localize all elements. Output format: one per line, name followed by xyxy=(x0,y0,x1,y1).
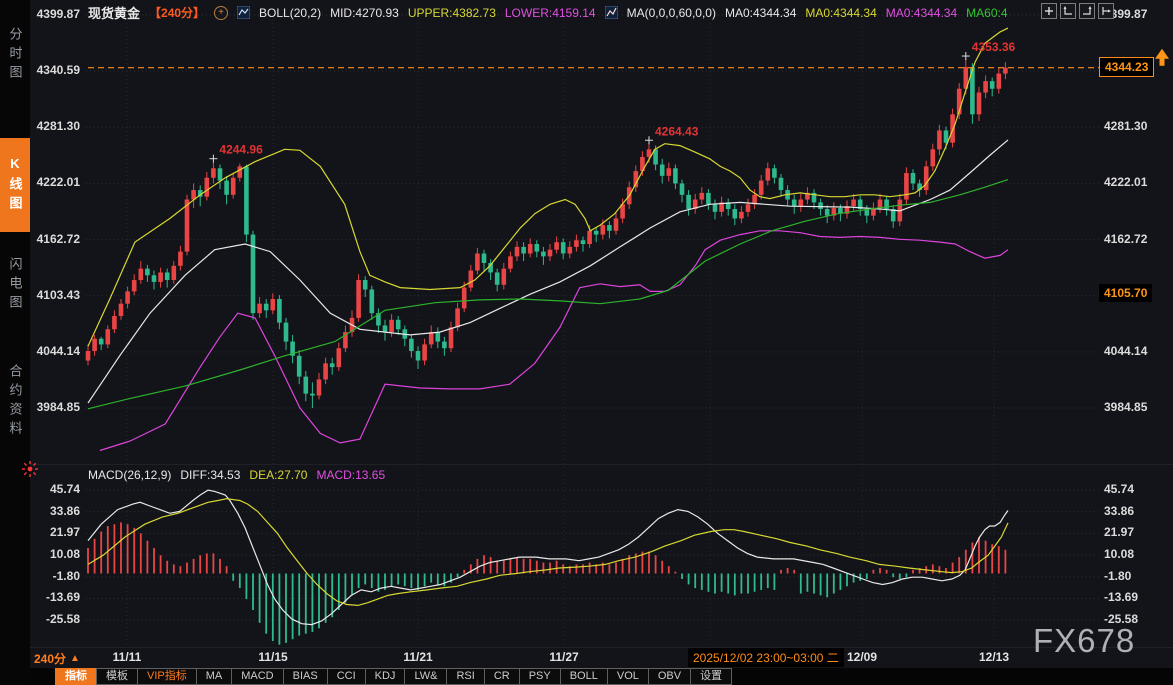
price-axis-label-right: 3984.85 xyxy=(1104,400,1170,414)
macd-axis-label-right: 33.86 xyxy=(1104,504,1170,518)
price-axis-label-right: 4281.30 xyxy=(1104,119,1170,133)
toolbar-button-MA[interactable]: MA xyxy=(196,668,233,685)
period-label: 【240分】 xyxy=(149,4,205,21)
macd-axis-label-left: -25.58 xyxy=(22,612,80,626)
price-axis-label-left: 4103.43 xyxy=(22,288,80,302)
watermark: FX678 xyxy=(1033,622,1135,660)
toolbar-button-设置[interactable]: 设置 xyxy=(690,668,732,685)
macd-axis-label-right: 21.97 xyxy=(1104,525,1170,539)
scale-time-axis-icon[interactable] xyxy=(1098,3,1114,19)
period-selector[interactable]: 240分 ▲ xyxy=(34,650,80,667)
kline-chart-canvas[interactable]: 4244.96 4264.43 4353.36 xyxy=(0,0,1173,685)
macd-axis-label-left: 33.86 xyxy=(22,504,80,518)
add-indicator-icon[interactable]: + xyxy=(214,6,228,20)
scale-left-axis-icon[interactable] xyxy=(1060,3,1076,19)
ma-label: MA(0,0,0,60,0,0) xyxy=(627,6,716,20)
toolbar-button-模板[interactable]: 模板 xyxy=(96,668,138,685)
toolbar-button-CR[interactable]: CR xyxy=(484,668,520,685)
price-axis-label-left: 4044.14 xyxy=(22,344,80,358)
price-axis-label-right: 4044.14 xyxy=(1104,344,1170,358)
macd-header: MACD(26,12,9) DIFF:34.53 DEA:27.70 MACD:… xyxy=(88,468,385,482)
boll-label: BOLL(20,2) xyxy=(259,6,321,20)
boll-lower-value: LOWER:4159.14 xyxy=(505,6,596,20)
price-axis-label-left: 4281.30 xyxy=(22,119,80,133)
sidebar-tab-1[interactable]: 分时图 xyxy=(0,8,30,102)
macd-axis-label-left: 45.74 xyxy=(22,482,80,496)
toolbar-button-MACD[interactable]: MACD xyxy=(231,668,283,685)
date-label: 12/13 xyxy=(979,650,1009,664)
toolbar-button-VOL[interactable]: VOL xyxy=(607,668,649,685)
pan-icon[interactable] xyxy=(1041,3,1057,19)
period-selector-label: 240分 xyxy=(34,650,66,667)
ma0-yellow-value: MA0:4344.34 xyxy=(805,6,876,20)
price-axis-label-left: 4399.87 xyxy=(22,7,80,21)
price-axis-label-right: 4222.01 xyxy=(1104,175,1170,189)
ma-indicator-icon xyxy=(605,6,618,19)
high-annotation: 4244.96 xyxy=(219,143,263,157)
price-axis-label-left: 3984.85 xyxy=(22,400,80,414)
trading-app-window: 4244.964264.434353.36 分时图K线图闪电图合约资料 现货黄金… xyxy=(0,0,1173,685)
ma0-white-value: MA0:4344.34 xyxy=(725,6,796,20)
date-label: 11/27 xyxy=(549,650,578,664)
macd-axis-label-left: 10.08 xyxy=(22,547,80,561)
sidebar-tab-3[interactable]: 闪电图 xyxy=(0,238,30,332)
macd-axis-label-right: -1.80 xyxy=(1104,569,1170,583)
candle-tooltip: 2025/12/02 23:00~03:00 二 xyxy=(688,648,844,667)
date-label: 11/15 xyxy=(258,650,287,664)
up-triangle-icon: ▲ xyxy=(70,653,80,664)
reference-price-box: 4105.70 xyxy=(1099,284,1152,302)
scale-right-axis-icon[interactable] xyxy=(1079,3,1095,19)
macd-axis-label-left: -13.69 xyxy=(22,590,80,604)
ma0-magenta-value: MA0:4344.34 xyxy=(886,6,957,20)
ma60-value: MA60:4 xyxy=(966,6,1007,20)
toolbar-button-CCI[interactable]: CCI xyxy=(327,668,366,685)
boll-indicator-icon xyxy=(237,6,250,19)
macd-axis-label-right: -13.69 xyxy=(1104,590,1170,604)
macd-macd-value: MACD:13.65 xyxy=(316,468,385,482)
high-annotation: 4353.36 xyxy=(972,40,1016,54)
red-burst-icon xyxy=(21,460,39,478)
macd-diff-value: DIFF:34.53 xyxy=(180,468,240,482)
price-axis-label-right: 4162.72 xyxy=(1104,232,1170,246)
macd-axis-label-right: 10.08 xyxy=(1104,547,1170,561)
boll-upper-value: UPPER:4382.73 xyxy=(408,6,496,20)
macd-axis-label-left: -1.80 xyxy=(22,569,80,583)
macd-label: MACD(26,12,9) xyxy=(88,468,171,482)
date-label: 11/21 xyxy=(403,650,432,664)
toolbar-button-OBV[interactable]: OBV xyxy=(648,668,691,685)
date-label: 11/11 xyxy=(113,650,142,664)
macd-dea-value: DEA:27.70 xyxy=(249,468,307,482)
symbol-label: 现货黄金 xyxy=(88,3,140,22)
toolbar-button-BIAS[interactable]: BIAS xyxy=(283,668,328,685)
toolbar-button-指标[interactable]: 指标 xyxy=(55,668,97,685)
boll-mid-value: MID:4270.93 xyxy=(330,6,399,20)
toolbar-button-VIP指标[interactable]: VIP指标 xyxy=(137,668,197,685)
toolbar-button-LW&[interactable]: LW& xyxy=(404,668,447,685)
indicator-toolbar: 指标模板VIP指标MAMACDBIASCCIKDJLW&RSICRPSYBOLL… xyxy=(30,668,1173,685)
toolbar-button-KDJ[interactable]: KDJ xyxy=(365,668,406,685)
macd-axis-label-right: 45.74 xyxy=(1104,482,1170,496)
toolbar-button-PSY[interactable]: PSY xyxy=(519,668,561,685)
last-price-box: 4344.23 xyxy=(1099,57,1154,77)
price-axis-label-left: 4222.01 xyxy=(22,175,80,189)
price-axis-label-left: 4340.59 xyxy=(22,63,80,77)
chart-header: 现货黄金 【240分】 + BOLL(20,2) MID:4270.93 UPP… xyxy=(88,3,1008,22)
high-annotation: 4264.43 xyxy=(655,124,699,138)
price-axis-label-left: 4162.72 xyxy=(22,232,80,246)
date-label: 12/09 xyxy=(847,650,877,664)
chart-corner-toolbar xyxy=(1041,3,1114,19)
toolbar-button-RSI[interactable]: RSI xyxy=(446,668,484,685)
macd-axis-label-left: 21.97 xyxy=(22,525,80,539)
toolbar-button-BOLL[interactable]: BOLL xyxy=(560,668,608,685)
